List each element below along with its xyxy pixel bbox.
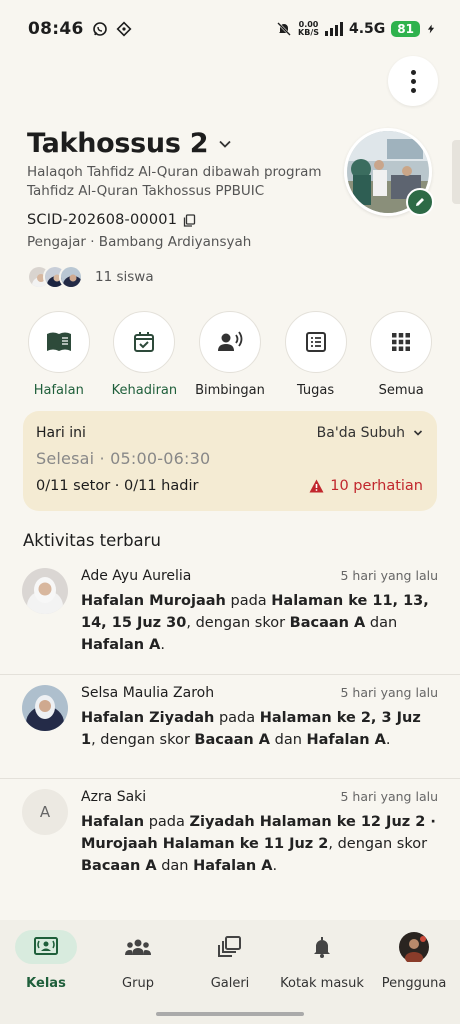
action-circle [198,311,261,373]
avatar [22,685,68,731]
scid-text: SCID-202608-00001 [27,212,178,228]
student-name: Ade Ayu Aurelia [81,568,192,584]
more-options-button[interactable] [388,56,438,106]
session-name: Ba'da Subuh [316,425,405,441]
nav-label: Kotak masuk [280,976,364,991]
bell-icon [314,937,330,958]
class-description: Halaqoh Tahfidz Al-Quran dibawah program… [27,164,322,199]
action-circle [370,311,433,373]
nav-label: Pengguna [381,976,447,991]
more-vertical-icon [410,69,416,93]
students-summary[interactable]: 11 siswa [27,265,154,289]
activity-text: Hafalan Ziyadah pada Halaman ke 2, 3 Juz… [81,710,421,748]
battery-level: 81 [391,21,420,37]
network-type: 4.5G [349,21,386,37]
action-semua-button[interactable]: Semua [358,311,444,398]
action-circle [27,311,90,373]
nav-icon-pill [15,930,77,964]
nav-label: Grup [122,976,154,991]
teacher-name: Pengajar · Bambang Ardiyansyah [27,234,252,250]
avatar: A [22,789,68,835]
activity-item[interactable]: A Azra Saki 5 hari yang lalu Hafalan pad… [0,779,460,906]
page-title: Takhossus 2 [27,128,209,159]
user-avatar [399,932,429,962]
gallery-icon [218,936,241,957]
student-avatar [59,265,83,289]
book-icon [46,332,71,351]
action-kehadiran-button[interactable]: Kehadiran [102,311,188,398]
home-indicator[interactable] [156,1012,304,1016]
voice-person-icon [217,331,243,351]
activity-time: 5 hari yang lalu [340,685,438,700]
diamond-icon [116,21,132,37]
charging-icon [427,24,435,34]
student-count: 11 siswa [95,269,154,285]
nav-icon-pill [291,930,353,964]
class-title-dropdown[interactable]: Takhossus 2 [27,128,232,159]
activity-text: Hafalan Murojaah pada Halaman ke 11, 13,… [81,593,429,653]
action-label: Kehadiran [111,383,178,398]
nav-tab-kelas[interactable]: Kelas [0,930,92,1024]
nav-label: Galeri [210,976,250,991]
student-name: Azra Saki [81,789,147,805]
action-circle [113,311,176,373]
today-summary: 0/11 setor · 0/11 hadir [36,478,199,494]
action-label: Bimbingan [195,383,265,398]
bell-off-icon [277,22,291,36]
activity-time: 5 hari yang lalu [340,568,438,583]
session-status: Selesai · 05:00-06:30 [36,449,211,468]
nav-tab-pengguna[interactable]: Pengguna [368,930,460,1024]
nav-tab-grup[interactable]: Grup [92,930,184,1024]
section-title: Aktivitas terbaru [23,531,161,550]
attention-count: 10 perhatian [330,478,423,494]
activity-time: 5 hari yang lalu [340,789,438,804]
net-speed: 0.00 KB/S [298,20,319,37]
calendar-check-icon [134,332,155,352]
action-circle [284,311,347,373]
pencil-icon [416,198,424,206]
nav-icon-pill [199,930,261,964]
nav-tab-galeri[interactable]: Galeri [184,930,276,1024]
action-hafalan-button[interactable]: Hafalan [16,311,102,398]
nav-icon-pill [383,930,445,964]
today-label: Hari ini [36,425,86,441]
chevron-down-icon [219,140,231,148]
activity-text: Hafalan pada Ziyadah Halaman ke 12 Juz 2… [81,814,436,874]
checklist-icon [305,332,326,352]
action-label: Hafalan [33,383,84,398]
edit-cover-button[interactable] [406,188,434,216]
attention-alert[interactable]: 10 perhatian [309,478,423,494]
action-tugas-button[interactable]: Tugas [273,311,359,398]
bottom-navigation: Kelas Grup Galeri Kotak masuk Pengguna [0,920,460,1024]
scid-row: SCID-202608-00001 [27,212,196,228]
activity-item[interactable]: Ade Ayu Aurelia 5 hari yang lalu Hafalan… [0,558,460,675]
quick-actions: Hafalan Kehadiran Bimbingan Tugas Semua [16,311,444,398]
session-selector[interactable]: Ba'da Subuh [317,425,423,441]
nav-icon-pill [107,930,169,964]
chevron-down-icon [413,430,423,436]
warning-icon [309,479,324,493]
action-bimbingan-button[interactable]: Bimbingan [187,311,273,398]
today-card[interactable]: Hari ini Ba'da Subuh Selesai · 05:00-06:… [23,411,437,511]
nav-tab-kotak-masuk[interactable]: Kotak masuk [276,930,368,1024]
grid-icon [392,333,411,351]
class-screen-icon [34,937,58,955]
nav-label: Kelas [26,976,66,991]
status-bar: 08:46 0.00 KB/S 4.5G 81 [0,0,460,58]
action-label: Tugas [296,383,335,398]
status-time: 08:46 [28,19,84,39]
signal-icon [325,22,343,36]
side-handle[interactable] [452,140,460,204]
group-icon [125,939,151,955]
avatar [22,568,68,614]
student-name: Selsa Maulia Zaroh [81,685,215,701]
activity-item[interactable]: Selsa Maulia Zaroh 5 hari yang lalu Hafa… [0,675,460,779]
whatsapp-icon [92,22,107,36]
action-label: Semua [378,383,424,398]
activity-feed: Ade Ayu Aurelia 5 hari yang lalu Hafalan… [0,558,460,906]
copy-icon[interactable] [183,213,196,227]
